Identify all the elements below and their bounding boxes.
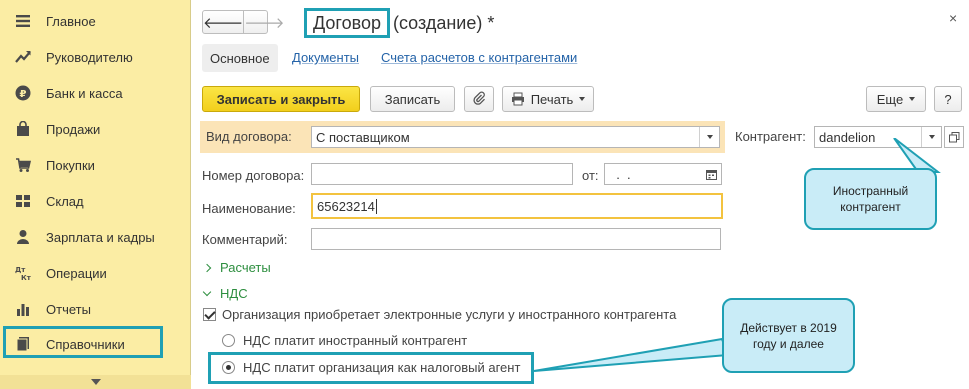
tab-documents[interactable]: Документы bbox=[292, 50, 359, 65]
main-panel: 🡐 🡒 Договор (создание) * × Основное Доку… bbox=[192, 0, 969, 389]
vat-option-foreign-row: НДС платит иностранный контрагент bbox=[222, 333, 467, 348]
vat-electronic-services-checkbox[interactable] bbox=[203, 308, 216, 321]
section-vat-label: НДС bbox=[220, 286, 248, 301]
svg-text:₽: ₽ bbox=[20, 89, 27, 100]
counterparty-value: dandelion bbox=[819, 129, 876, 145]
save-and-close-button[interactable]: Записать и закрыть bbox=[202, 86, 360, 112]
sidebar-item-sales[interactable]: Продажи bbox=[0, 111, 191, 147]
paperclip-icon bbox=[472, 91, 486, 108]
counterparty-label: Контрагент: bbox=[735, 129, 806, 144]
contract-type-value: С поставщиком bbox=[316, 129, 410, 145]
date-value: . . bbox=[609, 166, 631, 182]
name-value: 65623214 bbox=[317, 198, 375, 214]
help-button[interactable]: ? bbox=[934, 86, 962, 112]
page-title: Договор (создание) * bbox=[304, 8, 494, 38]
callout-foreign-text: Иностранный контрагент bbox=[832, 184, 909, 214]
vat-option-agent-label[interactable]: НДС платит организация как налоговый аге… bbox=[243, 360, 520, 375]
chevron-down-icon bbox=[706, 135, 713, 139]
more-button[interactable]: Еще bbox=[866, 86, 926, 112]
vat-option-agent-row: НДС платит организация как налоговый аге… bbox=[222, 360, 520, 375]
sidebar-item-label: Продажи bbox=[46, 121, 101, 137]
more-label: Еще bbox=[876, 91, 904, 107]
bar-chart-icon bbox=[15, 301, 31, 317]
sidebar-item-label: Склад bbox=[46, 193, 84, 209]
sidebar: Главное Руководителю ₽ Банк и касса Прод… bbox=[0, 0, 191, 389]
comment-input[interactable] bbox=[311, 228, 721, 250]
callout-foreign: Иностранный контрагент bbox=[804, 168, 937, 230]
svg-text:Дт: Дт bbox=[15, 266, 26, 274]
tab-accounts[interactable]: Счета расчетов с контрагентами bbox=[381, 50, 577, 65]
sidebar-item-label: Операции bbox=[46, 265, 107, 281]
vat-electronic-services-row: Организация приобретает электронные услу… bbox=[203, 307, 676, 322]
title-main: Договор bbox=[313, 12, 381, 33]
svg-text:Кт: Кт bbox=[21, 274, 31, 281]
chevron-down-icon bbox=[90, 379, 101, 385]
sidebar-item-main[interactable]: Главное bbox=[0, 3, 191, 39]
dt-kt-icon: Дт Кт bbox=[15, 265, 31, 281]
person-icon bbox=[15, 229, 31, 245]
history-nav: 🡐 🡒 bbox=[202, 10, 284, 34]
name-input[interactable]: 65623214 bbox=[311, 193, 723, 219]
sidebar-item-operations[interactable]: Дт Кт Операции bbox=[0, 255, 191, 291]
print-label: Печать bbox=[530, 91, 574, 107]
back-button[interactable]: 🡐 bbox=[203, 11, 243, 33]
title-suffix: (создание) * bbox=[392, 12, 495, 33]
sidebar-item-label: Главное bbox=[46, 13, 96, 29]
trend-icon bbox=[15, 49, 31, 65]
chevron-down-icon bbox=[202, 287, 212, 296]
callout-pointer bbox=[533, 337, 730, 372]
contract-type-label: Вид договора: bbox=[206, 129, 292, 144]
vat-option-agent-radio[interactable] bbox=[222, 361, 235, 374]
menu-icon bbox=[15, 13, 31, 29]
print-button[interactable]: Печать bbox=[502, 86, 594, 112]
chevron-down-icon bbox=[579, 97, 586, 101]
sidebar-item-label: Зарплата и кадры bbox=[46, 229, 155, 245]
sidebar-item-label: Банк и касса bbox=[46, 85, 123, 101]
close-icon[interactable]: × bbox=[949, 10, 957, 26]
sidebar-item-salary[interactable]: Зарплата и кадры bbox=[0, 219, 191, 255]
contract-type-select[interactable]: С поставщиком bbox=[311, 126, 720, 148]
vat-electronic-services-label[interactable]: Организация приобретает электронные услу… bbox=[222, 307, 676, 322]
printer-icon bbox=[511, 92, 525, 106]
warehouse-icon bbox=[15, 193, 31, 209]
vat-option-foreign-radio[interactable] bbox=[222, 334, 235, 347]
chevron-down-icon bbox=[909, 97, 916, 101]
sidebar-item-references[interactable]: Справочники bbox=[0, 326, 191, 362]
sidebar-item-warehouse[interactable]: Склад bbox=[0, 183, 191, 219]
section-payments[interactable]: Расчеты bbox=[202, 260, 271, 275]
sidebar-item-label: Руководителю bbox=[46, 49, 133, 65]
sidebar-item-manager[interactable]: Руководителю bbox=[0, 39, 191, 75]
date-input[interactable]: . . bbox=[604, 163, 722, 185]
attach-button[interactable] bbox=[464, 86, 494, 112]
comment-label: Комментарий: bbox=[202, 232, 288, 247]
sidebar-item-label: Покупки bbox=[46, 157, 95, 173]
tab-main[interactable]: Основное bbox=[202, 44, 278, 72]
section-payments-label: Расчеты bbox=[220, 260, 271, 275]
date-label: от: bbox=[582, 168, 599, 183]
sidebar-item-reports[interactable]: Отчеты bbox=[0, 291, 191, 327]
calendar-icon[interactable] bbox=[701, 164, 721, 184]
ruble-icon: ₽ bbox=[15, 85, 31, 101]
contract-number-input[interactable] bbox=[311, 163, 573, 185]
sidebar-scroll-down[interactable] bbox=[0, 375, 191, 389]
bag-icon bbox=[15, 121, 31, 137]
vat-option-foreign-label[interactable]: НДС платит иностранный контрагент bbox=[243, 333, 467, 348]
text-cursor bbox=[375, 198, 377, 214]
save-button[interactable]: Записать bbox=[370, 86, 455, 112]
contract-number-label: Номер договора: bbox=[202, 168, 305, 183]
chevron-right-icon bbox=[202, 263, 212, 272]
forward-button[interactable]: 🡒 bbox=[243, 11, 284, 33]
callout-since-2019-text: Действует в 2019 году и далее bbox=[740, 320, 837, 351]
sidebar-item-purchases[interactable]: Покупки bbox=[0, 147, 191, 183]
callout-since-2019: Действует в 2019 году и далее bbox=[722, 298, 855, 373]
sidebar-item-label: Отчеты bbox=[46, 301, 91, 317]
name-label: Наименование: bbox=[202, 201, 296, 216]
section-vat[interactable]: НДС bbox=[202, 286, 248, 301]
sidebar-item-bank[interactable]: ₽ Банк и касса bbox=[0, 75, 191, 111]
sidebar-item-label: Справочники bbox=[46, 337, 125, 352]
dropdown-button[interactable] bbox=[699, 127, 719, 147]
cart-icon bbox=[15, 157, 31, 173]
book-icon bbox=[15, 336, 31, 352]
title-highlight: Договор bbox=[304, 8, 390, 38]
